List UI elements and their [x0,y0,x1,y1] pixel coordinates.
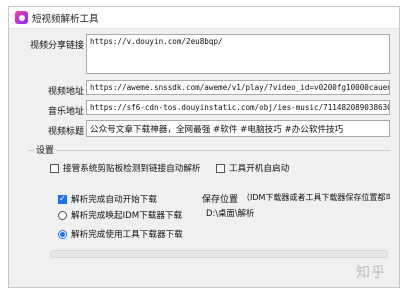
settings-group-title: 设置 [34,143,57,156]
auto-download-label: 解析完成自动开始下载 [71,195,157,205]
checkmark-icon[interactable]: ✓ [58,194,67,204]
watermark-text: 知乎 [356,265,386,281]
share-link-label: 视频分享链接 [29,41,84,51]
video-title-input[interactable]: 公众号文章下载神器，全网最强 #软件 #电脑技巧 #办公软件技巧 [86,120,390,137]
radio-builtin-label: 解析完成使用工具下载器下载 [71,230,183,240]
auto-download-checkbox[interactable]: ✓ 解析完成自动开始下载 [58,193,157,205]
window-title: 短视频解析工具 [32,13,99,25]
radio-button[interactable] [58,210,67,220]
start-with-system-label: 工具开机自启动 [229,164,290,174]
video-title-label: 视频标题 [47,127,84,137]
checkbox-box[interactable] [216,163,225,173]
video-url-label: 视频地址 [47,87,84,97]
checkbox-box[interactable] [50,163,59,173]
horizontal-scrollbar[interactable] [50,250,388,258]
share-link-input[interactable]: https://v.douyin.com/2eu8bqp/ [86,34,390,74]
video-url-input[interactable]: https://aweme.snssdk.com/aweme/v1/play/?… [86,80,390,95]
music-url-input[interactable]: https://sf6-cdn-tos.douyinstatic.com/obj… [86,100,390,115]
app-logo-icon [15,11,28,24]
desktop-strip [0,0,8,300]
music-url-label: 音乐地址 [47,107,84,117]
radio-button-selected[interactable] [58,229,67,239]
clipboard-auto-parse-label: 接管系统剪贴板检测到链接自动解析 [63,164,201,174]
radio-builtin-download[interactable]: 解析完成使用工具下载器下载 [58,228,183,240]
save-path-input[interactable]: D:\桌面\解析 [202,204,390,220]
save-path-hint: （IDM下载器或者工具下载器保存位置都可 [242,193,390,202]
radio-idm-download[interactable]: 解析完成唤起IDM下载器下载 [58,209,182,221]
radio-idm-label: 解析完成唤起IDM下载器下载 [71,211,183,221]
start-with-system-checkbox[interactable]: 工具开机自启动 [216,162,289,174]
title-bar[interactable]: 短视频解析工具 [9,7,399,29]
clipboard-auto-parse-checkbox[interactable]: 接管系统剪贴板检测到链接自动解析 [50,162,201,174]
